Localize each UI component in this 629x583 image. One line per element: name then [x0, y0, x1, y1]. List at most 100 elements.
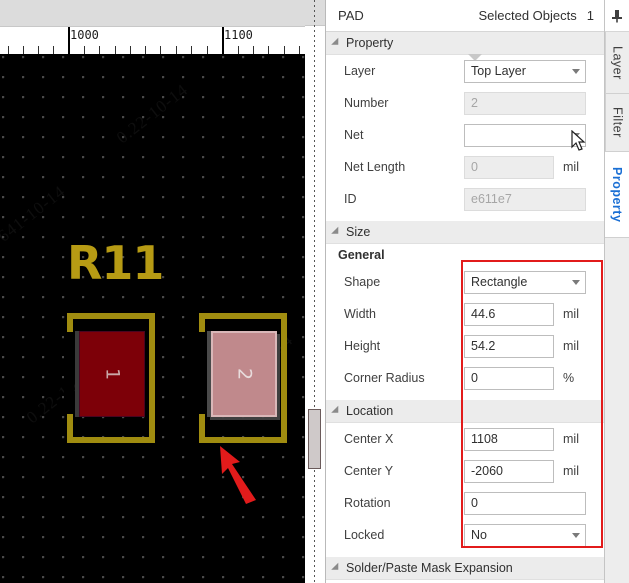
- tab-label: Property: [610, 166, 624, 223]
- collapse-triangle-icon: [331, 226, 342, 238]
- unit-width: mil: [563, 307, 579, 321]
- panel-tab-strip: Layer Filter Property: [605, 0, 629, 583]
- collapse-triangle-icon: [331, 562, 342, 574]
- subsection-general: General: [338, 248, 385, 262]
- center-x-field[interactable]: 1108: [464, 427, 554, 451]
- pad-number-label: 1: [101, 367, 124, 381]
- label-id: ID: [344, 192, 357, 206]
- center-y-value: -2060: [471, 464, 503, 478]
- row-layer: Layer Top Layer: [326, 55, 604, 87]
- collapse-triangle-icon: [331, 37, 342, 49]
- row-center-x: Center X 1108 mil: [326, 423, 604, 455]
- id-field[interactable]: e611e7: [464, 187, 586, 211]
- row-rotation: Rotation 0: [326, 487, 604, 519]
- horizontal-ruler[interactable]: 1000 1100: [0, 27, 305, 54]
- ruler-label-1100: 1100: [224, 28, 253, 42]
- selected-objects-label: Selected Objects: [478, 8, 577, 23]
- row-id: ID e611e7: [326, 183, 604, 215]
- chevron-down-icon: [572, 532, 580, 538]
- net-length-value: 0: [471, 160, 478, 174]
- label-locked: Locked: [344, 528, 385, 542]
- row-corner-radius: Corner Radius 0 %: [326, 362, 604, 394]
- unit-height: mil: [563, 339, 579, 353]
- section-header-size[interactable]: Size: [326, 221, 604, 244]
- corner-radius-value: 0: [471, 371, 478, 385]
- label-corner-radius: Corner Radius: [344, 371, 425, 385]
- row-number: Number 2: [326, 87, 604, 119]
- pcb-editor-window: 1000 1100 0.22-10-14 641-10-14 0.22-10-1…: [0, 0, 629, 583]
- section-header-property[interactable]: Property: [326, 32, 604, 61]
- tab-filter[interactable]: Filter: [605, 94, 629, 152]
- pin-icon: [612, 9, 622, 22]
- pcb-board-view[interactable]: 0.22-10-14 641-10-14 0.22-10-14 0.22-10-…: [0, 54, 305, 583]
- width-field[interactable]: 44.6: [464, 302, 554, 326]
- rotation-field[interactable]: 0: [464, 491, 586, 515]
- row-height: Height 54.2 mil: [326, 330, 604, 362]
- number-field[interactable]: 2: [464, 91, 586, 115]
- layer-value: Top Layer: [471, 64, 526, 78]
- locked-select[interactable]: No: [464, 523, 586, 547]
- row-shape: Shape Rectangle: [326, 266, 604, 298]
- vertical-ruler-corner: [305, 0, 325, 26]
- vertical-ruler-scrollbar[interactable]: [305, 0, 326, 583]
- row-center-y: Center Y -2060 mil: [326, 455, 604, 487]
- id-value: e611e7: [471, 192, 512, 206]
- label-layer: Layer: [344, 64, 376, 78]
- label-center-x: Center X: [344, 432, 394, 446]
- chevron-down-icon: [572, 68, 580, 74]
- tab-layer[interactable]: Layer: [605, 32, 629, 94]
- shape-value: Rectangle: [471, 275, 528, 289]
- panel-title: PAD: [338, 8, 364, 23]
- watermark: 641-10-14: [0, 181, 69, 246]
- label-shape: Shape: [344, 275, 381, 289]
- ruler-label-1000: 1000: [70, 28, 99, 42]
- center-y-field[interactable]: -2060: [464, 459, 554, 483]
- label-number: Number: [344, 96, 389, 110]
- vertical-scrollbar-thumb[interactable]: [308, 409, 321, 469]
- label-height: Height: [344, 339, 381, 353]
- net-select[interactable]: [464, 123, 586, 147]
- chevron-down-icon: [572, 132, 580, 138]
- chevron-down-icon: [572, 279, 580, 285]
- section-title: Size: [346, 225, 371, 239]
- unit-center-y: mil: [563, 464, 579, 478]
- label-rotation: Rotation: [344, 496, 391, 510]
- height-field[interactable]: 54.2: [464, 334, 554, 358]
- unit-net-length: mil: [563, 160, 579, 174]
- shape-select[interactable]: Rectangle: [464, 270, 586, 294]
- watermark: 0.22-10-14: [112, 79, 192, 148]
- section-header-solder-paste[interactable]: Solder/Paste Mask Expansion: [326, 557, 604, 580]
- ruler-corner: [0, 0, 325, 27]
- pad-2-selected[interactable]: 2: [207, 331, 277, 417]
- row-net: Net: [326, 119, 604, 151]
- label-net: Net: [344, 128, 364, 142]
- properties-panel: PAD Selected Objects 1 Property Layer To…: [326, 0, 605, 583]
- unit-corner-radius: %: [563, 371, 575, 385]
- section-title: Location: [346, 404, 394, 418]
- layer-select[interactable]: Top Layer: [464, 59, 586, 83]
- vertical-ruler-ticks: [314, 0, 315, 583]
- tab-label: Layer: [610, 45, 625, 80]
- net-length-field[interactable]: 0: [464, 155, 554, 179]
- locked-value: No: [471, 528, 487, 542]
- pcb-canvas-area[interactable]: 1000 1100 0.22-10-14 641-10-14 0.22-10-1…: [0, 0, 325, 583]
- label-width: Width: [344, 307, 376, 321]
- panel-header: PAD Selected Objects 1: [326, 0, 604, 32]
- pin-panel-button[interactable]: [605, 0, 629, 32]
- row-net-length: Net Length 0 mil: [326, 151, 604, 183]
- corner-radius-field[interactable]: 0: [464, 366, 554, 390]
- selected-objects-count: 1: [586, 8, 594, 23]
- label-center-y: Center Y: [344, 464, 394, 478]
- collapse-triangle-icon: [331, 405, 342, 417]
- section-header-location[interactable]: Location: [326, 400, 604, 423]
- tab-property[interactable]: Property: [605, 152, 629, 238]
- width-value: 44.6: [471, 307, 496, 321]
- pad-number-label: 2: [233, 367, 256, 381]
- pad-1[interactable]: 1: [75, 331, 145, 417]
- rotation-value: 0: [471, 496, 478, 510]
- height-value: 54.2: [471, 339, 496, 353]
- row-width: Width 44.6 mil: [326, 298, 604, 330]
- unit-center-x: mil: [563, 432, 579, 446]
- component-designator[interactable]: R11: [67, 240, 164, 286]
- number-value: 2: [471, 96, 478, 110]
